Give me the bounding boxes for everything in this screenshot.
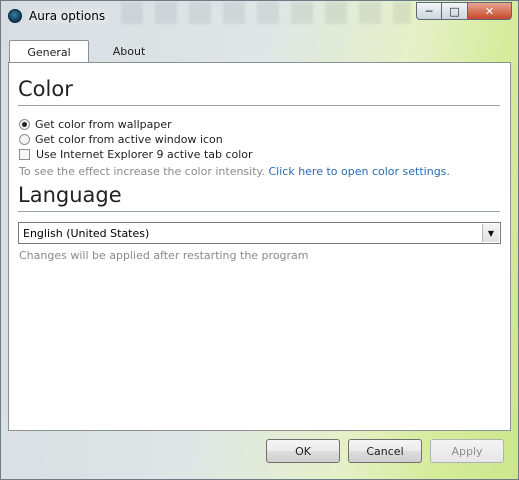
color-hint: To see the effect increase the color int… (19, 165, 450, 178)
caption-buttons: ─ □ ✕ (416, 2, 512, 20)
radio-wallpaper-indicator[interactable] (19, 118, 30, 130)
radio-window-icon-label: Get color from active window icon (35, 132, 223, 146)
cancel-button[interactable]: Cancel (348, 439, 422, 463)
tab-strip: General About (9, 40, 169, 63)
language-heading: Language (18, 183, 122, 207)
background-blur (121, 2, 411, 24)
dropdown-arrow-icon[interactable]: ▼ (482, 224, 499, 242)
maximize-icon: □ (449, 4, 460, 18)
language-note: Changes will be applied after restarting… (19, 249, 309, 262)
color-heading: Color (18, 77, 73, 101)
radio-window-icon-indicator[interactable] (19, 133, 30, 145)
options-window: Aura options ─ □ ✕ General About Color G… (0, 0, 519, 480)
minimize-icon: ─ (425, 4, 433, 18)
apply-button[interactable]: Apply (430, 439, 504, 463)
ok-button[interactable]: OK (266, 439, 340, 463)
general-panel: Color Get color from wallpaper Get color… (8, 62, 511, 431)
radio-wallpaper-label: Get color from wallpaper (35, 117, 172, 131)
radio-wallpaper[interactable]: Get color from wallpaper (19, 117, 172, 131)
radio-window-icon[interactable]: Get color from active window icon (19, 132, 223, 146)
window-title: Aura options (29, 9, 106, 23)
maximize-button[interactable]: □ (442, 2, 468, 20)
language-select-value: English (United States) (23, 227, 150, 240)
color-divider (18, 105, 500, 106)
title-bar[interactable]: Aura options ─ □ ✕ (1, 1, 518, 31)
color-settings-link[interactable]: Click here to open color settings. (268, 165, 449, 178)
tab-about[interactable]: About (89, 41, 169, 62)
language-select[interactable]: English (United States) ▼ (18, 222, 501, 244)
checkbox-ie9-label: Use Internet Explorer 9 active tab color (36, 147, 253, 161)
close-button[interactable]: ✕ (468, 2, 512, 20)
checkbox-ie9-box[interactable] (19, 148, 30, 160)
aura-app-icon (8, 9, 22, 23)
checkbox-ie9[interactable]: Use Internet Explorer 9 active tab color (19, 147, 253, 161)
minimize-button[interactable]: ─ (416, 2, 442, 20)
tab-general[interactable]: General (9, 40, 89, 63)
close-icon: ✕ (484, 4, 495, 18)
color-hint-text: To see the effect increase the color int… (19, 165, 265, 178)
language-divider (18, 211, 500, 212)
